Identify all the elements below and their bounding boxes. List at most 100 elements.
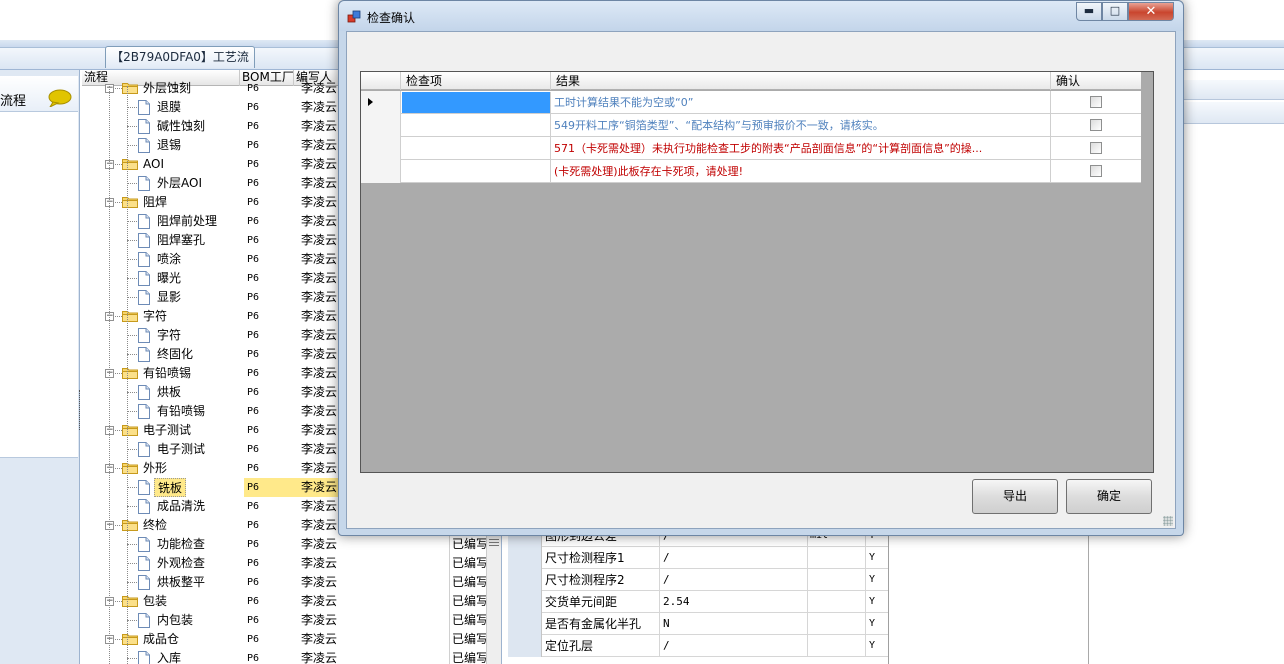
property-row[interactable]: 尺寸检测程序2/ Y: [508, 569, 888, 591]
document-icon: [138, 556, 150, 571]
check-item-cell[interactable]: [401, 160, 551, 183]
property-value[interactable]: 2.54: [660, 591, 808, 613]
property-row[interactable]: 尺寸检测程序1/ Y: [508, 547, 888, 569]
document-icon: [138, 271, 150, 286]
writer-cell: 李凌云: [301, 651, 338, 664]
tree-node-label: 有铅喷锡: [143, 366, 192, 380]
result-cell[interactable]: 工时计算结果不能为空或“0”: [551, 91, 1051, 114]
result-cell[interactable]: 549开料工序“铜箔类型”、“配本结构”与预审报价不一致，请核实。: [551, 114, 1051, 137]
bom-factory-cell: P6: [247, 330, 260, 341]
property-value[interactable]: /: [660, 547, 808, 569]
property-name: 是否有金属化半孔: [543, 613, 660, 635]
writer-cell: 李凌云: [301, 575, 338, 589]
bom-factory-cell: P6: [247, 197, 260, 208]
minimize-button[interactable]: ▬: [1076, 2, 1102, 21]
check-item-cell[interactable]: [402, 92, 551, 113]
confirm-checkbox[interactable]: [1090, 142, 1102, 154]
tree-row[interactable]: − 成品仓 P6 李凌云 已编写: [82, 630, 501, 649]
bom-factory-cell: P6: [247, 235, 260, 246]
result-cell[interactable]: 571（卡死需处理）未执行功能检查工步的附表“产品剖面信息”的“计算剖面信息”的…: [551, 137, 1051, 160]
tree-node-label: 退膜: [157, 100, 182, 114]
property-row[interactable]: 交货单元间距 2.54 Y: [508, 591, 888, 613]
maximize-button[interactable]: □: [1102, 2, 1128, 21]
document-icon: [138, 290, 150, 305]
property-value[interactable]: N: [660, 613, 808, 635]
folder-icon: [122, 634, 138, 645]
resize-grip[interactable]: [1163, 516, 1173, 526]
column-header-confirm[interactable]: 确认: [1051, 72, 1141, 90]
bom-factory-cell: P6: [244, 478, 298, 497]
property-row-header: [508, 613, 542, 635]
document-icon: [138, 347, 150, 362]
tree-scrollbar[interactable]: [486, 525, 501, 664]
tree-node-label: AOI: [143, 157, 164, 171]
tree-node-label: 阻焊前处理: [157, 214, 218, 228]
property-row-header: [508, 547, 542, 569]
close-button[interactable]: ✕: [1128, 2, 1174, 21]
check-row[interactable]: 工时计算结果不能为空或“0”: [361, 91, 1141, 114]
status-cell: 已编写: [452, 594, 486, 608]
property-row[interactable]: 是否有金属化半孔 N Y: [508, 613, 888, 635]
left-nav-body: [0, 112, 78, 458]
confirm-cell: [1051, 91, 1141, 114]
property-flag: Y: [869, 574, 876, 585]
minimize-icon: ▬: [1083, 4, 1095, 17]
dialog-titlebar[interactable]: 检查确认 ▬ □ ✕: [339, 1, 1183, 31]
check-row[interactable]: 571（卡死需处理）未执行功能检查工步的附表“产品剖面信息”的“计算剖面信息”的…: [361, 137, 1141, 160]
bom-factory-cell: P6: [247, 406, 260, 417]
tree-node-label: 入库: [157, 651, 182, 664]
tree-row[interactable]: 烘板整平 P6 李凌云 已编写: [82, 573, 501, 592]
document-icon: [138, 537, 150, 552]
check-row[interactable]: 549开料工序“铜箔类型”、“配本结构”与预审报价不一致，请核实。: [361, 114, 1141, 137]
property-value[interactable]: /: [660, 569, 808, 591]
column-header-check-item[interactable]: 检查项: [401, 72, 551, 90]
maximize-icon: □: [1109, 4, 1121, 17]
left-nav-header[interactable]: 流程: [0, 76, 78, 112]
speech-bubble-icon[interactable]: [46, 89, 72, 107]
confirm-checkbox[interactable]: [1090, 96, 1102, 108]
tree-node-label: 字符: [157, 328, 182, 342]
property-value[interactable]: /: [660, 635, 808, 657]
bom-factory-cell: P6: [247, 653, 260, 664]
document-icon: [138, 138, 150, 153]
row-header[interactable]: [361, 160, 401, 183]
check-row[interactable]: (卡死需处理)此板存在卡死项，请处理!: [361, 160, 1141, 183]
folder-icon: [122, 197, 138, 208]
tree-node-label: 成品清洗: [157, 499, 206, 513]
folder-icon: [122, 463, 138, 474]
column-header-result[interactable]: 结果: [551, 72, 1051, 90]
tree-row[interactable]: 入库 P6 李凌云 已编写: [82, 649, 501, 664]
bom-factory-cell: P6: [247, 368, 260, 379]
property-row[interactable]: 定位孔层 / Y: [508, 635, 888, 657]
tree-node-label: 终检: [143, 518, 168, 532]
document-icon: [138, 233, 150, 248]
check-results-grid: 检查项 结果 确认 工时计算结果不能为空或“0” 549开料工序“铜箔类型”、“配…: [360, 71, 1154, 473]
tree-node-label: 外层蚀刻: [143, 81, 192, 95]
tree-node-label: 铣板: [154, 478, 187, 497]
check-item-cell[interactable]: [401, 137, 551, 160]
property-unit: [808, 547, 866, 569]
check-item-cell[interactable]: [401, 114, 551, 137]
row-header[interactable]: [361, 137, 401, 160]
tree-row[interactable]: − 包装 P6 李凌云 已编写: [82, 592, 501, 611]
tree-node-label: 烘板整平: [157, 575, 206, 589]
bom-factory-cell: P6: [247, 634, 260, 645]
tree-node-label: 喷涂: [157, 252, 182, 266]
row-header[interactable]: [361, 91, 401, 114]
row-header[interactable]: [361, 114, 401, 137]
tree-node-label: 成品仓: [143, 632, 180, 646]
tree-row[interactable]: 功能检查 P6 李凌云 已编写: [82, 535, 501, 554]
property-row-header: [508, 635, 542, 657]
tree-row[interactable]: 外观检查 P6 李凌云 已编写: [82, 554, 501, 573]
tree-row[interactable]: 内包装 P6 李凌云 已编写: [82, 611, 501, 630]
dialog-title: 检查确认: [367, 11, 416, 25]
confirm-checkbox[interactable]: [1090, 165, 1102, 177]
ok-button[interactable]: 确定: [1066, 479, 1152, 514]
result-cell[interactable]: (卡死需处理)此板存在卡死项，请处理!: [551, 160, 1051, 183]
bom-factory-cell: P6: [247, 216, 260, 227]
document-tab[interactable]: 【2B79A0DFA0】工艺流程: [105, 46, 255, 84]
tree-column-divider: [449, 525, 450, 664]
confirm-checkbox[interactable]: [1090, 119, 1102, 131]
folder-icon: [122, 311, 138, 322]
export-button[interactable]: 导出: [972, 479, 1058, 514]
